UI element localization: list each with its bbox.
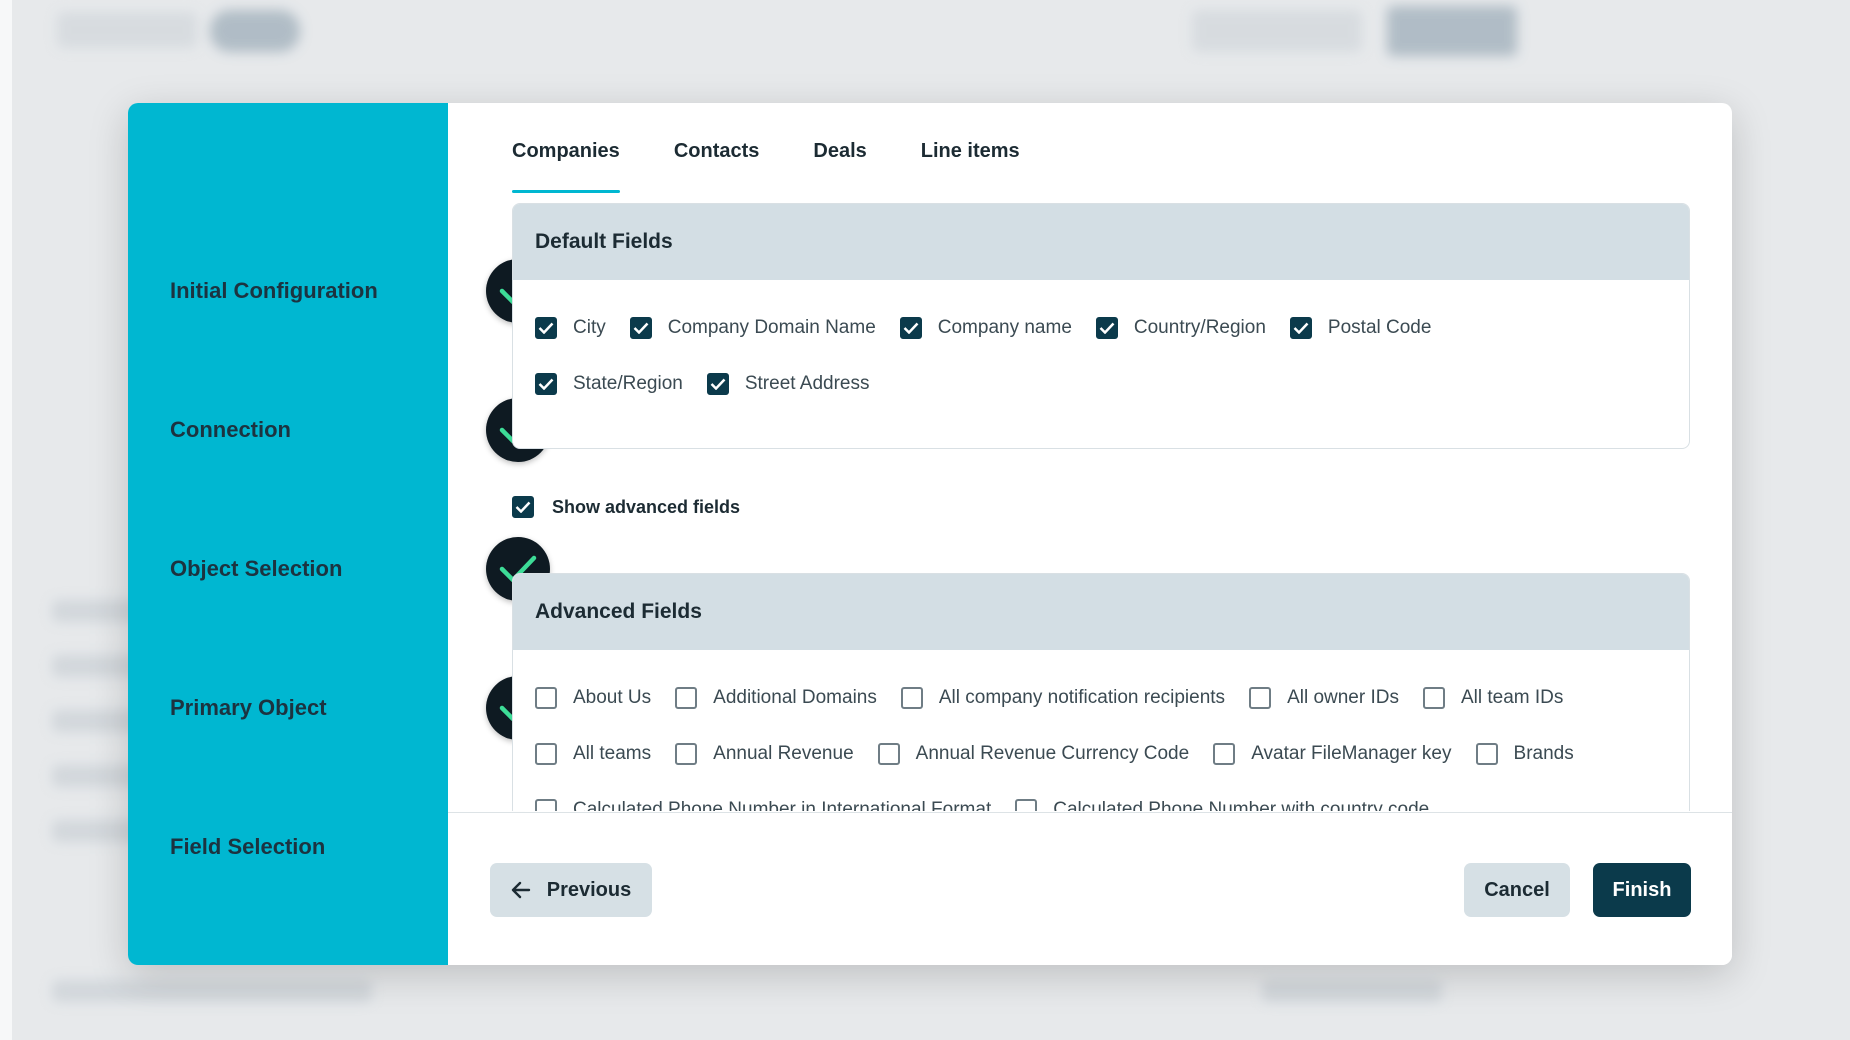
fields-scroll-area[interactable]: Default Fields City Company Domain Name [448,203,1732,811]
checkbox[interactable] [1422,687,1445,709]
wizard-stepper: Initial Configuration Connection Object … [128,103,550,965]
checkbox[interactable] [1015,799,1038,811]
field-row: About Us Additional Domains All company … [535,670,1667,726]
checkbox[interactable] [535,743,557,765]
cancel-button[interactable]: Cancel [1464,863,1570,917]
show-advanced-fields-toggle[interactable]: Show advanced fields [512,496,740,518]
setup-wizard-modal: Initial Configuration Connection Object … [128,103,1732,965]
checkbox[interactable] [1095,317,1118,339]
checkbox[interactable] [1213,743,1236,765]
field-about-us[interactable]: About Us [535,687,651,709]
field-label: About Us [573,687,652,708]
field-avatar-filemanager-key[interactable]: Avatar FileManager key [1213,743,1452,765]
field-label: Postal Code [1327,317,1432,338]
field-row: Calculated Phone Number in International… [535,782,1667,811]
object-tabs: Companies Contacts Deals Line items [512,103,1020,193]
finish-button[interactable]: Finish [1593,863,1691,917]
field-label: Country/Region [1133,317,1266,338]
field-label: Brands [1513,743,1574,764]
previous-button[interactable]: Previous [490,863,652,917]
field-row: State/Region Street Address [535,356,1667,412]
check-icon [710,378,726,390]
field-label: Company Domain Name [667,317,876,338]
field-street-address[interactable]: Street Address [706,373,870,395]
panel-title: Default Fields [513,204,1689,280]
field-label: Annual Revenue [713,743,854,764]
field-label: Calculated Phone Number with country cod… [1053,799,1430,811]
checkbox[interactable] [535,687,557,709]
check-icon [1293,322,1309,334]
arrow-left-icon [511,881,530,899]
check-icon [515,501,531,513]
check-icon [538,378,554,390]
field-annual-revenue[interactable]: Annual Revenue [675,743,854,765]
step-label: Initial Configuration [170,278,378,303]
tab-companies[interactable]: Companies [512,140,620,193]
field-country-region[interactable]: Country/Region [1095,317,1266,339]
field-label: Street Address [744,373,870,394]
field-label: City [573,317,606,338]
field-all-teams[interactable]: All teams [535,743,651,765]
step-label: Connection [170,417,291,442]
field-label: All team IDs [1460,687,1564,708]
default-fields-panel: Default Fields City Company Domain Name [512,203,1690,449]
checkbox[interactable] [900,687,923,709]
panel-body: City Company Domain Name Company name Co… [513,280,1689,412]
step-label: Field Selection [170,834,326,859]
show-advanced-label: Show advanced fields [552,496,741,517]
field-label: Annual Revenue Currency Code [915,743,1190,764]
checkbox[interactable] [877,743,900,765]
checkbox[interactable] [535,799,557,811]
field-annual-revenue-currency-code[interactable]: Annual Revenue Currency Code [877,743,1190,765]
panel-body: About Us Additional Domains All company … [513,650,1689,811]
checkbox[interactable] [535,373,557,395]
advanced-fields-panel: Advanced Fields About Us Additional Doma… [512,573,1690,811]
checkbox[interactable] [629,317,652,339]
field-label: Company name [937,317,1072,338]
field-postal-code[interactable]: Postal Code [1289,317,1432,339]
field-calculated-phone-country-code[interactable]: Calculated Phone Number with country cod… [1015,799,1429,811]
tab-contacts[interactable]: Contacts [674,140,760,193]
field-label: All company notification recipients [938,687,1226,708]
tab-line-items[interactable]: Line items [921,140,1020,193]
panel-title: Advanced Fields [513,574,1689,650]
field-label: All teams [573,743,652,764]
field-all-company-notification-recipients[interactable]: All company notification recipients [900,687,1226,709]
field-row: All teams Annual Revenue Annual Revenue … [535,726,1667,782]
field-company-domain-name[interactable]: Company Domain Name [629,317,876,339]
field-calculated-phone-international[interactable]: Calculated Phone Number in International… [535,799,991,811]
field-all-team-ids[interactable]: All team IDs [1422,687,1564,709]
field-company-name[interactable]: Company name [899,317,1072,339]
checkbox[interactable] [706,373,729,395]
field-all-owner-ids[interactable]: All owner IDs [1249,687,1399,709]
field-label: Additional Domains [713,687,877,708]
wizard-footer: Previous Cancel Finish [448,812,1732,965]
previous-label: Previous [546,878,632,901]
checkbox[interactable] [1289,317,1312,339]
checkbox[interactable] [1475,743,1498,765]
wizard-content: Companies Contacts Deals Line items Defa… [448,103,1732,965]
field-brands[interactable]: Brands [1475,743,1574,765]
check-icon [538,322,554,334]
check-icon [1099,322,1115,334]
checkbox[interactable] [535,317,557,339]
step-label: Primary Object [170,695,327,720]
field-city[interactable]: City [535,317,606,339]
checkbox[interactable] [1249,687,1272,709]
field-label: State/Region [573,373,683,394]
check-icon [903,322,919,334]
checkbox[interactable] [899,317,922,339]
tab-deals[interactable]: Deals [813,140,866,193]
field-state-region[interactable]: State/Region [535,373,683,395]
field-label: Avatar FileManager key [1251,743,1452,764]
check-icon [633,322,649,334]
field-additional-domains[interactable]: Additional Domains [675,687,877,709]
checkbox[interactable] [675,743,698,765]
step-label: Object Selection [170,556,343,581]
checkbox[interactable] [512,496,534,518]
checkbox[interactable] [675,687,698,709]
field-row: City Company Domain Name Company name Co… [535,300,1667,356]
field-label: All owner IDs [1287,687,1399,708]
field-label: Calculated Phone Number in International… [573,799,992,811]
